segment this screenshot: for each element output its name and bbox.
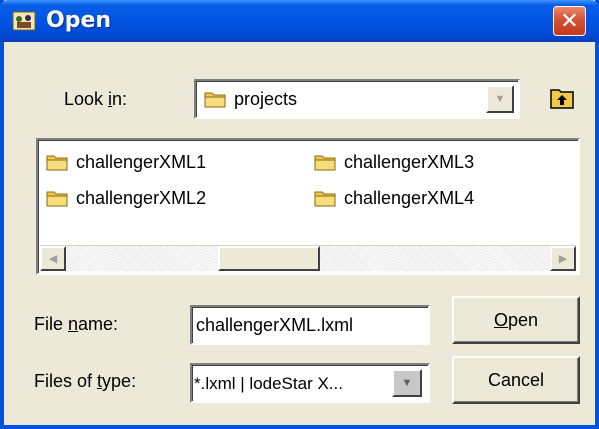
files-of-type-value: *.lxml | lodeStar X...: [194, 374, 343, 393]
up-one-level-icon: [550, 89, 574, 109]
list-item[interactable]: challengerXML1: [46, 150, 206, 174]
look-in-dropdown[interactable]: projects ▼: [194, 79, 520, 119]
folder-icon: [314, 155, 336, 171]
look-in-dropdown-button[interactable]: ▼: [486, 85, 514, 113]
files-of-type-dropdown-button[interactable]: ▼: [392, 369, 422, 397]
list-item-label: challengerXML4: [344, 187, 475, 208]
horizontal-scrollbar[interactable]: ◀ ▶: [40, 245, 576, 271]
list-item[interactable]: challengerXML3: [314, 150, 474, 174]
folder-icon: [46, 191, 68, 207]
folder-icon: [46, 155, 68, 171]
list-item-label: challengerXML2: [76, 187, 207, 208]
scroll-right-icon: ▶: [558, 253, 568, 265]
list-item-label: challengerXML1: [76, 151, 207, 172]
close-button[interactable]: ✕: [553, 6, 586, 36]
dropdown-arrow-icon: ▼: [401, 377, 413, 389]
look-in-label: Look in:: [64, 89, 128, 109]
app-icon: [12, 11, 36, 31]
up-one-level-button[interactable]: [549, 86, 575, 110]
folder-icon: [204, 92, 226, 108]
scrollbar-thumb[interactable]: [218, 246, 320, 271]
dropdown-arrow-icon: ▼: [494, 93, 506, 105]
window-title: Open: [46, 8, 112, 33]
open-button-label: Open: [493, 309, 539, 330]
close-icon: ✕: [560, 8, 579, 34]
scroll-right-button[interactable]: ▶: [550, 246, 576, 271]
scroll-left-icon: ◀: [48, 253, 58, 265]
file-name-input[interactable]: challengerXML.lxml: [190, 305, 430, 345]
folder-icon: [314, 191, 336, 207]
cancel-button[interactable]: Cancel: [452, 356, 580, 404]
files-of-type-dropdown[interactable]: *.lxml | lodeStar X... ▼: [190, 363, 430, 403]
list-item-label: challengerXML3: [344, 151, 475, 172]
scroll-left-button[interactable]: ◀: [40, 246, 66, 271]
look-in-value: projects: [234, 89, 298, 109]
title-bar[interactable]: Open ✕: [0, 0, 599, 42]
open-dialog: Open ✕ Look in: projects ▼ challengerXML…: [0, 0, 599, 429]
file-name-value: challengerXML.lxml: [196, 315, 354, 335]
list-item[interactable]: challengerXML2: [46, 186, 206, 210]
file-name-label: File name:: [34, 314, 119, 334]
open-button[interactable]: Open: [452, 296, 580, 344]
list-item[interactable]: challengerXML4: [314, 186, 474, 210]
files-of-type-label: Files of type:: [34, 371, 137, 391]
cancel-button-label: Cancel: [487, 369, 545, 390]
